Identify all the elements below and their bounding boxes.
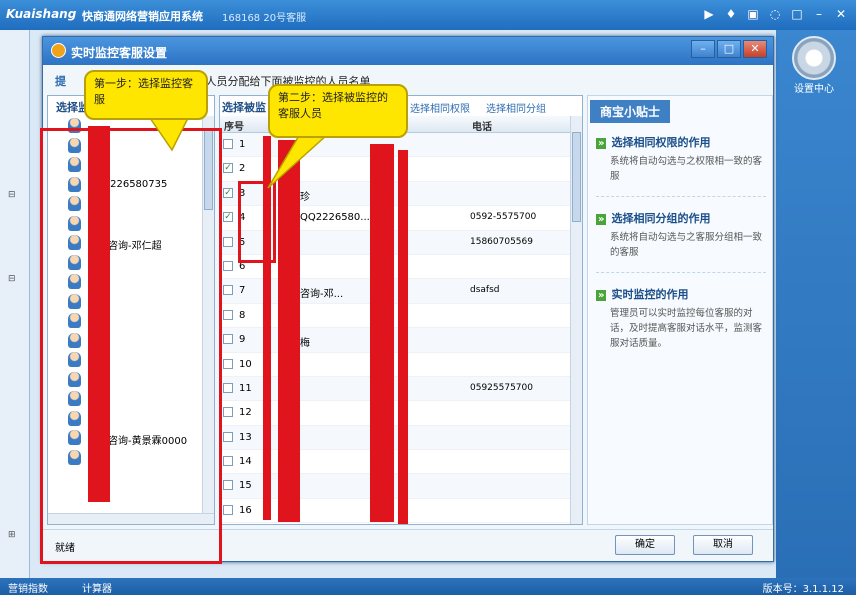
step2-callout: 第二步：选择被监控的客服人员	[268, 84, 408, 138]
step1-callout: 第一步：选择监控客服	[84, 70, 208, 120]
